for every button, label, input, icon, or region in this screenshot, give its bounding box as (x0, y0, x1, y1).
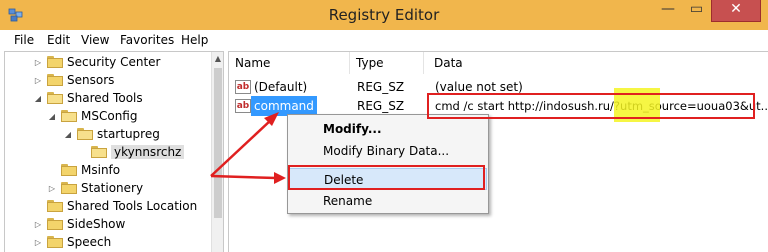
expand-icon[interactable]: ▷ (33, 58, 43, 67)
folder-open-icon (47, 92, 63, 104)
string-value-icon: ab (235, 99, 251, 113)
menu-item-rename[interactable]: Rename (289, 190, 487, 212)
expand-icon[interactable]: ▷ (33, 238, 43, 247)
value-type: REG_SZ (357, 99, 405, 113)
value-row-command[interactable]: ab command REG_SZ cmd /c start http://in… (229, 96, 768, 116)
tree-item-label: MSConfig (81, 109, 138, 123)
folder-icon (47, 236, 63, 248)
string-value-icon: ab (235, 80, 251, 94)
tree-item-label: Security Center (67, 55, 161, 69)
tree-item-label: Sensors (67, 73, 115, 87)
expand-icon[interactable]: ▷ (33, 76, 43, 85)
collapse-icon[interactable]: ◢ (47, 112, 57, 121)
value-name: (Default) (254, 80, 308, 94)
tree-item-label: Shared Tools (67, 91, 143, 105)
value-data: cmd /c start http://indosush.ru/?utm_sou… (435, 99, 768, 113)
tree-item-sideshow[interactable]: ▷ SideShow (33, 215, 125, 233)
value-name-selected: command (251, 96, 317, 116)
folder-icon (47, 200, 63, 212)
menu-favorites[interactable]: Favorites (120, 33, 174, 47)
folder-icon (47, 74, 63, 86)
tree-scrollbar[interactable]: ▲ (211, 52, 223, 252)
tree-item-label: Stationery (81, 181, 144, 195)
title-bar: Registry Editor — ▭ ✕ (0, 0, 768, 31)
folder-icon (61, 164, 77, 176)
menu-view[interactable]: View (81, 33, 109, 47)
scrollbar-thumb[interactable] (214, 68, 222, 218)
maximize-icon: ▭ (689, 1, 704, 17)
column-header-data[interactable]: Data (428, 52, 768, 74)
tree-item-label: Speech (67, 235, 112, 249)
tree-item-msinfo[interactable]: Msinfo (47, 161, 120, 179)
value-row-default[interactable]: ab (Default) REG_SZ (value not set) (229, 77, 768, 97)
tree-item-shared-tools-location[interactable]: Shared Tools Location (33, 197, 197, 215)
tree-item-label: SideShow (67, 217, 126, 231)
tree-item-label: Msinfo (81, 163, 121, 177)
menu-file[interactable]: File (14, 33, 34, 47)
tree-item-ykynnsrchz[interactable]: ykynnsrchz (77, 143, 185, 161)
tree-item-shared-tools[interactable]: ◢ Shared Tools (33, 89, 143, 107)
expand-icon[interactable]: ▷ (33, 220, 43, 229)
tree-item-startupreg[interactable]: ◢ startupreg (63, 125, 160, 143)
tree-item-label-selected: ykynnsrchz (111, 145, 185, 159)
key-tree-pane: ▷ Security Center ▷ Sensors ◢ Shared Too… (4, 51, 224, 252)
maximize-button[interactable]: ▭ (683, 0, 710, 21)
column-header-type[interactable]: Type (350, 52, 424, 74)
column-header-name[interactable]: Name (229, 52, 350, 74)
expand-icon[interactable]: ▷ (47, 184, 57, 193)
minimize-button[interactable]: — (654, 0, 682, 21)
value-type: REG_SZ (357, 80, 405, 94)
menu-help[interactable]: Help (181, 33, 208, 47)
scroll-up-icon[interactable]: ▲ (212, 52, 223, 66)
minimize-icon: — (661, 1, 675, 17)
window-title: Registry Editor (328, 6, 440, 24)
folder-icon (61, 182, 77, 194)
folder-icon (47, 56, 63, 68)
tree-item-stationery[interactable]: ▷ Stationery (47, 179, 143, 197)
tree-item-msconfig[interactable]: ◢ MSConfig (47, 107, 138, 125)
menu-edit[interactable]: Edit (47, 33, 70, 47)
registry-editor-window: Registry Editor — ▭ ✕ File Edit View Fav… (0, 0, 768, 252)
tree-item-label: startupreg (97, 127, 160, 141)
tree-item-speech[interactable]: ▷ Speech (33, 233, 111, 251)
folder-open-icon (77, 128, 93, 140)
tree-item-security-center[interactable]: ▷ Security Center (33, 53, 161, 71)
close-button[interactable]: ✕ (711, 0, 761, 22)
menu-separator (318, 166, 484, 167)
folder-open-icon (91, 146, 107, 158)
folder-open-icon (61, 110, 77, 122)
context-menu: Modify... Modify Binary Data... Delete R… (287, 114, 489, 214)
close-icon: ✕ (730, 1, 742, 17)
menu-item-modify[interactable]: Modify... (289, 118, 487, 140)
tree-item-sensors[interactable]: ▷ Sensors (33, 71, 114, 89)
menu-item-modify-binary[interactable]: Modify Binary Data... (289, 140, 487, 162)
collapse-icon[interactable]: ◢ (63, 130, 73, 139)
tree-item-label: Shared Tools Location (67, 199, 198, 213)
folder-icon (47, 218, 63, 230)
menu-bar: File Edit View Favorites Help (0, 30, 768, 51)
collapse-icon[interactable]: ◢ (33, 94, 43, 103)
menu-item-delete[interactable]: Delete (289, 168, 487, 190)
value-data: (value not set) (435, 80, 523, 94)
